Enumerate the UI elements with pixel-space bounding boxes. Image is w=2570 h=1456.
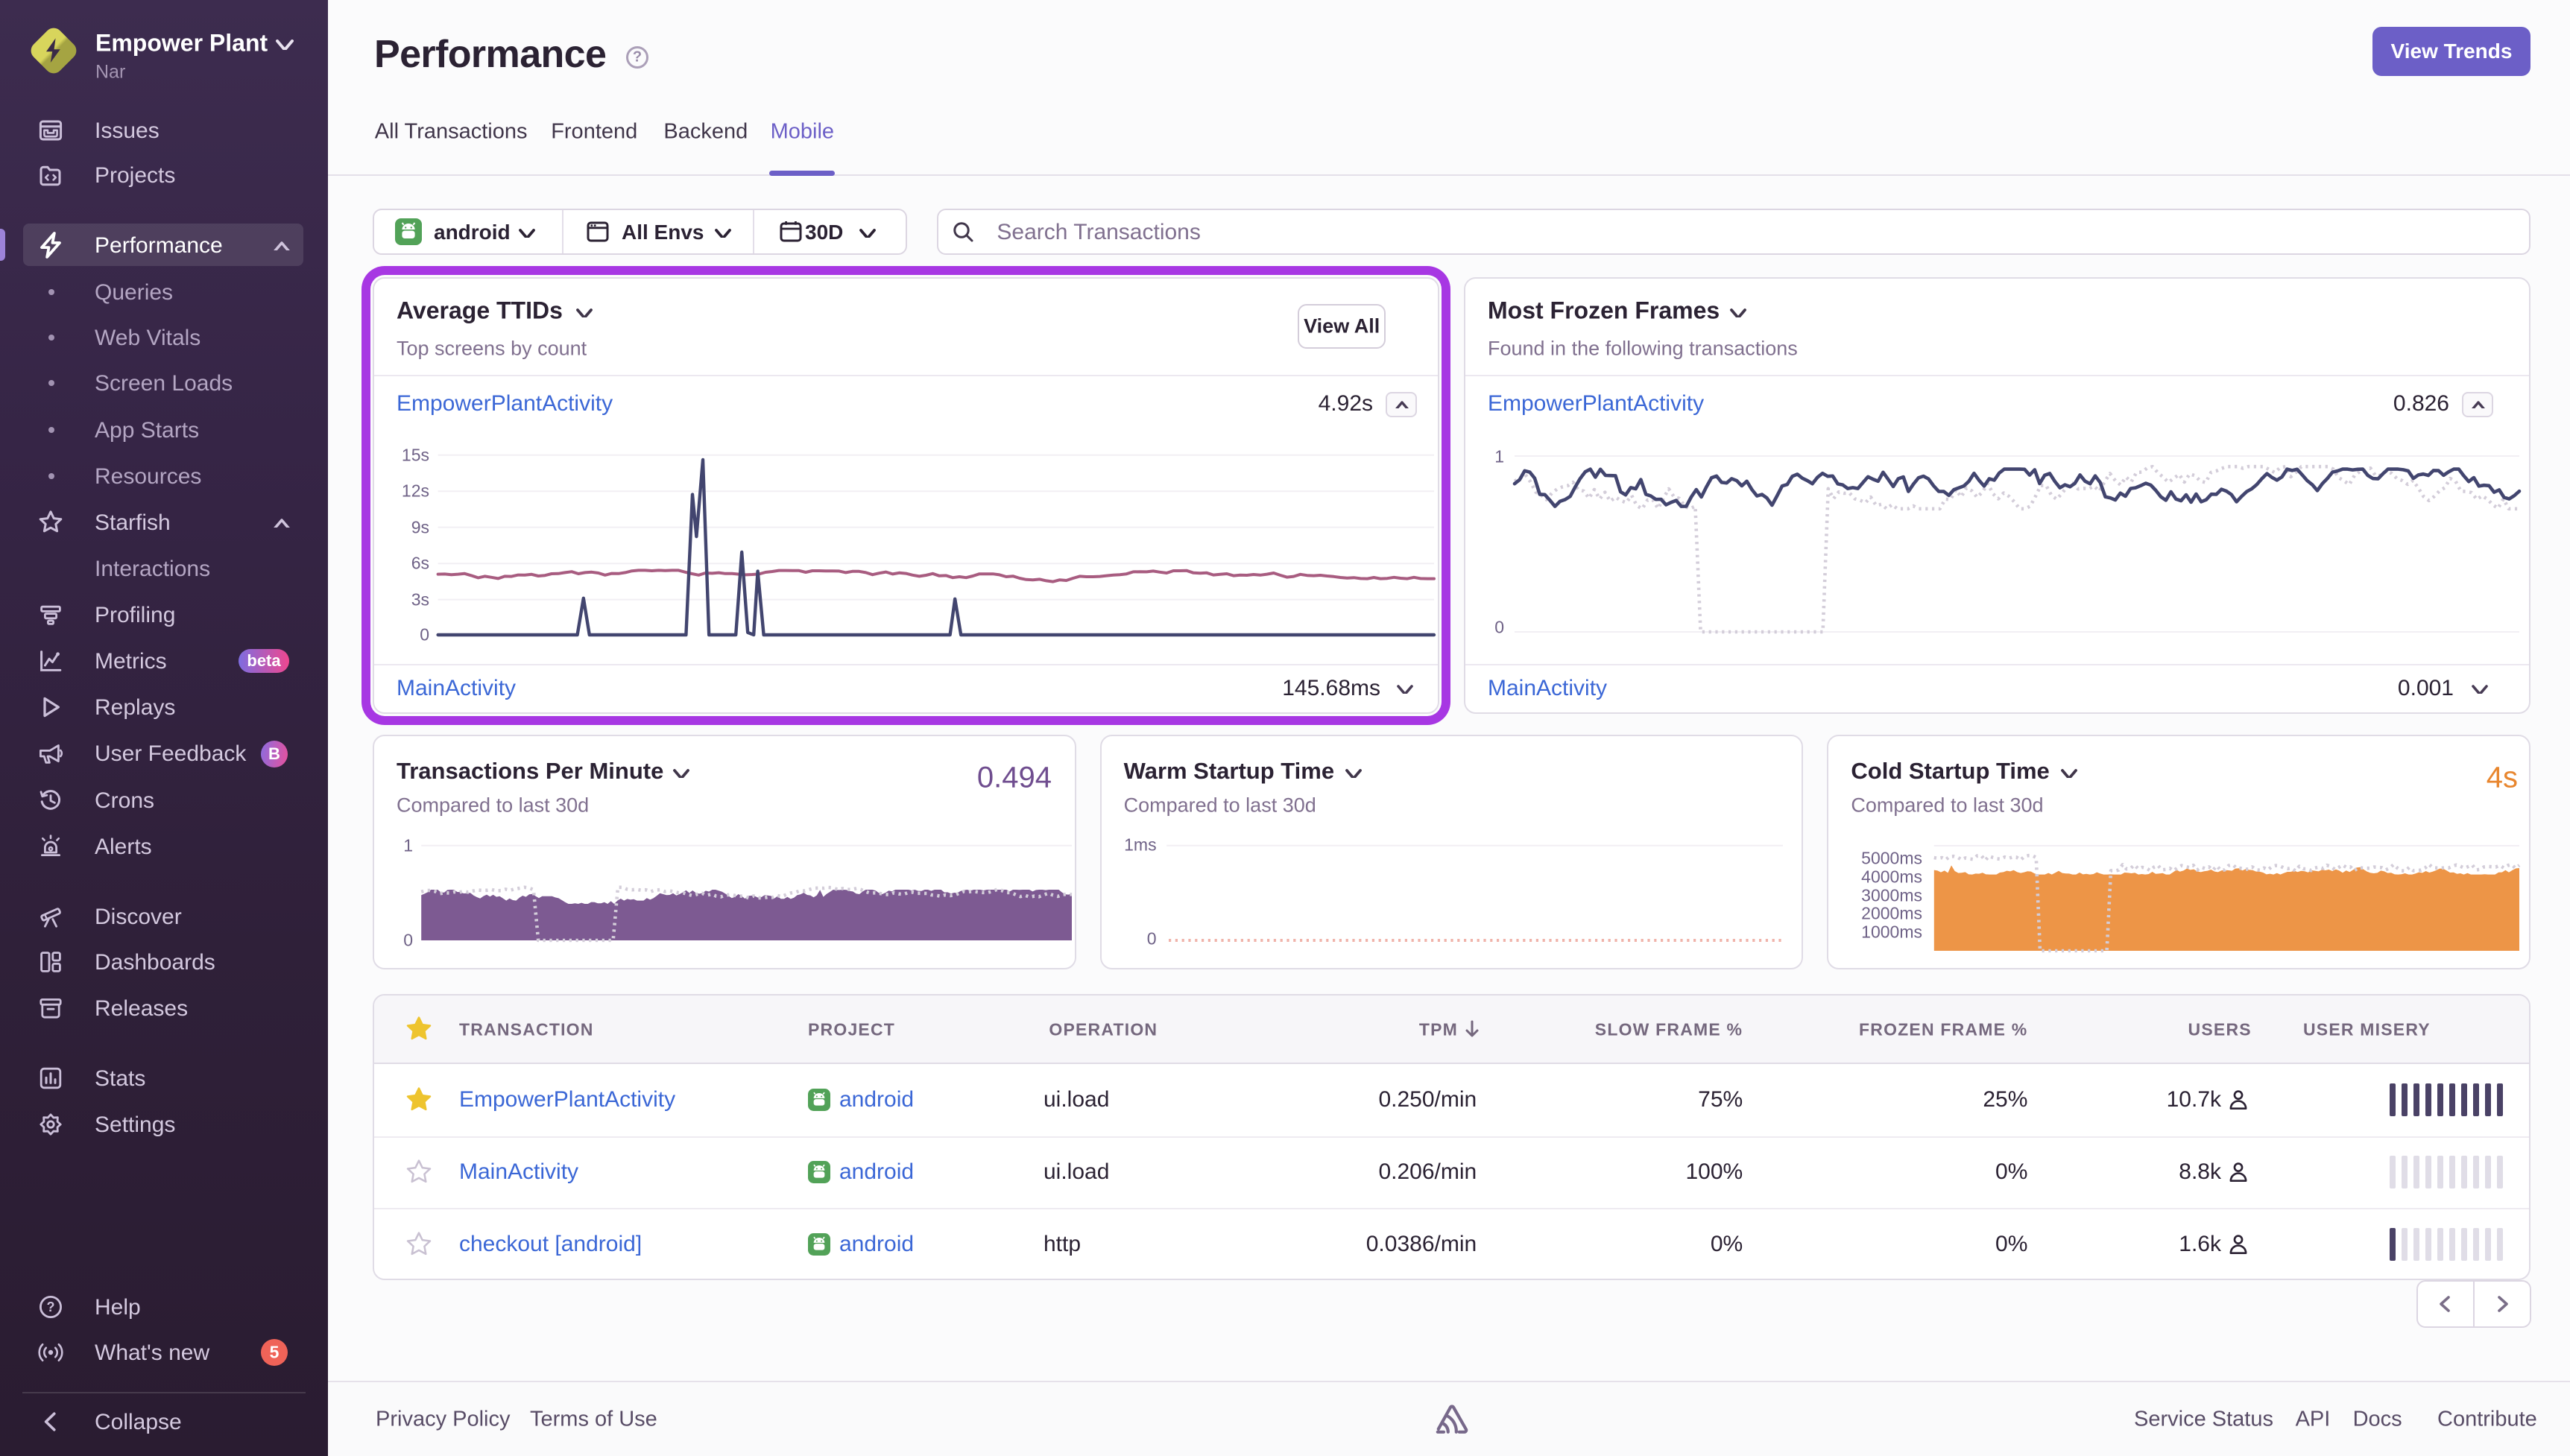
svg-text:?: ?: [47, 1300, 55, 1314]
